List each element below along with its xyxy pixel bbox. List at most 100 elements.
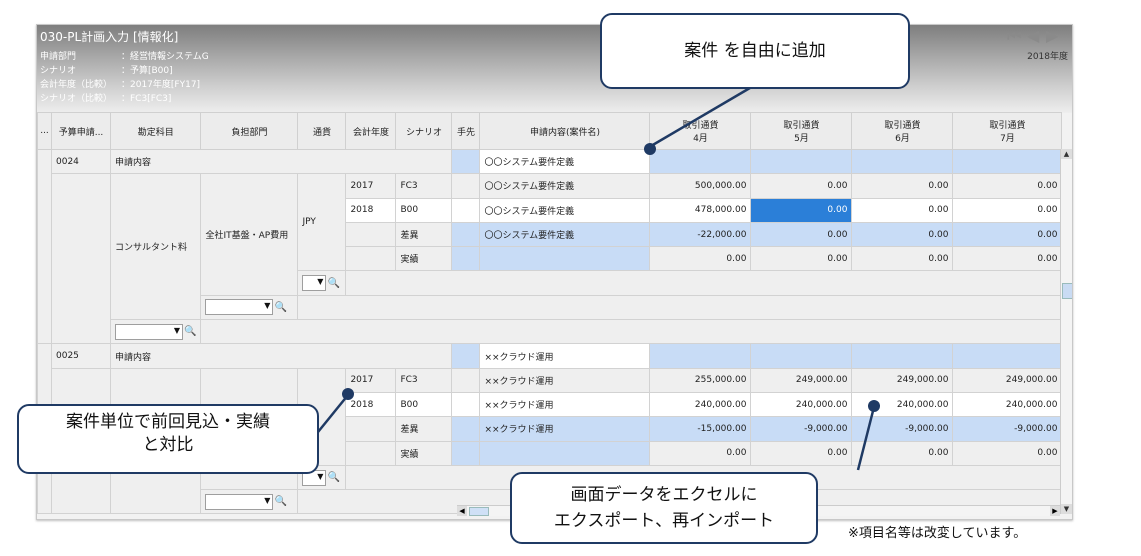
amount-input[interactable]: 0.00: [952, 197, 1063, 223]
partner-cell: [451, 416, 481, 442]
amount-input[interactable]: 240,000.00: [952, 391, 1063, 418]
col-header-account[interactable]: 勘定科目: [109, 112, 202, 150]
partner-cell: [451, 221, 481, 248]
col-header-dept[interactable]: 負担部門: [200, 112, 299, 150]
amount-cell: 249,000.00: [750, 367, 853, 393]
search-icon[interactable]: 🔍: [274, 496, 286, 507]
search-icon[interactable]: 🔍: [327, 278, 339, 289]
amount-cell[interactable]: [750, 148, 853, 175]
partner-cell[interactable]: [451, 148, 481, 175]
table-row: コンサルタント料 全社IT基盤・AP費用 JPY 2017 FC3 〇〇システム…: [38, 173, 1063, 345]
amount-cell[interactable]: [952, 343, 1063, 369]
year-cell: 2017: [345, 367, 397, 393]
fiscal-year-label: 2018年度: [1027, 52, 1068, 62]
amount-input-selected[interactable]: 0.00: [750, 197, 853, 223]
content-input[interactable]: ××クラウド運用: [479, 391, 651, 418]
account-dropdown[interactable]: ▼: [115, 323, 183, 340]
amount-cell: 0.00: [952, 440, 1063, 466]
callout-text: エクスポート、再インポート: [553, 511, 775, 531]
content-input[interactable]: ××クラウド運用: [479, 343, 651, 369]
amount-input[interactable]: 478,000.00: [649, 197, 752, 223]
dropdown-arrow-icon: ▼: [317, 277, 324, 287]
scroll-thumb[interactable]: [469, 507, 489, 516]
amount-input[interactable]: 240,000.00: [649, 391, 752, 418]
amount-cell: 0.00: [750, 173, 853, 199]
amount-cell: -9,000.00: [952, 416, 1063, 442]
content-input[interactable]: 〇〇システム要件定義: [479, 148, 651, 175]
amount-cell[interactable]: [851, 343, 954, 369]
amount-cell[interactable]: [649, 343, 752, 369]
content-input[interactable]: 〇〇システム要件定義: [479, 197, 651, 223]
col-header-partner[interactable]: 手先: [451, 112, 481, 150]
dept-cell: 全社IT基盤・AP費用: [200, 173, 299, 296]
col-header-may[interactable]: 取引通貨 5月: [750, 112, 853, 150]
dropdown-arrow-icon: ▼: [264, 495, 271, 505]
col-header-jul[interactable]: 取引通貨 7月: [952, 112, 1063, 150]
currency-dropdown[interactable]: ▼: [302, 275, 327, 292]
scroll-down-icon[interactable]: ▼: [1061, 504, 1072, 514]
amount-cell[interactable]: [750, 343, 853, 369]
prev-icon[interactable]: ◀: [1027, 27, 1039, 45]
skip-first-icon[interactable]: ⏮: [1007, 27, 1021, 45]
amount-input[interactable]: 240,000.00: [750, 391, 853, 418]
next-icon[interactable]: ▶: [1046, 27, 1058, 45]
amount-cell: 0.00: [851, 246, 954, 272]
col-header-year[interactable]: 会計年度: [345, 112, 397, 150]
scenario-cell: B00: [395, 197, 453, 223]
amount-cell: 0.00: [952, 221, 1063, 248]
search-icon[interactable]: 🔍: [274, 302, 286, 313]
col-header-currency[interactable]: 通貨: [297, 112, 347, 150]
partner-cell: [451, 440, 481, 466]
dept-dropdown[interactable]: ▼: [205, 493, 274, 510]
amount-cell: 500,000.00: [649, 173, 752, 199]
window-header: 030-PL計画入力 [情報化] 申請部門 ：経営情報システムG シナリオ ：予算[…: [37, 25, 1072, 113]
amount-input[interactable]: 0.00: [851, 197, 954, 223]
amount-cell: 0.00: [750, 221, 853, 248]
amount-cell: 0.00: [851, 173, 954, 199]
col-header-scenario[interactable]: シナリオ: [395, 112, 453, 150]
group-head-row: 0025 申請内容 ××クラウド運用: [37, 343, 1063, 515]
amount-cell[interactable]: [851, 148, 954, 175]
group-head-label: 申請内容: [109, 148, 453, 175]
scenario-cell: 実績: [395, 246, 453, 272]
scroll-right-icon[interactable]: ▶: [1050, 506, 1060, 516]
col-header-apr[interactable]: 取引通貨 4月: [649, 112, 752, 150]
amount-cell: 0.00: [649, 440, 752, 466]
scroll-left-icon[interactable]: ◀: [457, 506, 467, 516]
partner-cell[interactable]: [451, 343, 481, 369]
info-compare-year: 会計年度（比較） ：2017年度[FY17]: [40, 80, 201, 90]
amount-cell[interactable]: [952, 148, 1063, 175]
amount-cell: 255,000.00: [649, 367, 752, 393]
dept-dropdown[interactable]: ▼: [205, 299, 274, 316]
amount-cell: 0.00: [952, 246, 1063, 272]
scroll-thumb[interactable]: [1062, 283, 1072, 299]
callout-export: 画面データをエクセルに エクスポート、再インポート: [510, 472, 818, 544]
search-icon[interactable]: 🔍: [327, 472, 339, 483]
partner-input[interactable]: [451, 197, 481, 223]
amount-cell: -15,000.00: [649, 416, 752, 442]
partner-cell: [451, 173, 481, 199]
amount-cell: -22,000.00: [649, 221, 752, 248]
window-title: 030-PL計画入力 [情報化]: [40, 30, 179, 44]
amount-cell: 0.00: [851, 440, 954, 466]
amount-cell: 0.00: [750, 246, 853, 272]
col-header-budget-id[interactable]: 予算申請...: [51, 112, 111, 150]
callout-dot: [644, 143, 656, 155]
amount-cell: 0.00: [649, 246, 752, 272]
content-cell: [479, 246, 651, 272]
year-cell: [345, 416, 397, 442]
partner-cell: [451, 246, 481, 272]
empty-cell: [345, 270, 1063, 296]
scroll-up-icon[interactable]: ▲: [1061, 149, 1072, 159]
vertical-scrollbar[interactable]: ▲ ▼: [1060, 149, 1072, 514]
scenario-cell: FC3: [395, 173, 453, 199]
year-cell: [345, 440, 397, 466]
search-icon[interactable]: 🔍: [184, 326, 196, 337]
content-cell: ××クラウド運用: [479, 367, 651, 393]
amount-cell[interactable]: [649, 148, 752, 175]
amount-cell: 0.00: [750, 440, 853, 466]
col-header-jun[interactable]: 取引通貨 6月: [851, 112, 954, 150]
col-header-more[interactable]: ...: [37, 112, 52, 150]
col-header-content[interactable]: 申請内容(案件名): [479, 112, 651, 150]
partner-input[interactable]: [451, 391, 481, 418]
